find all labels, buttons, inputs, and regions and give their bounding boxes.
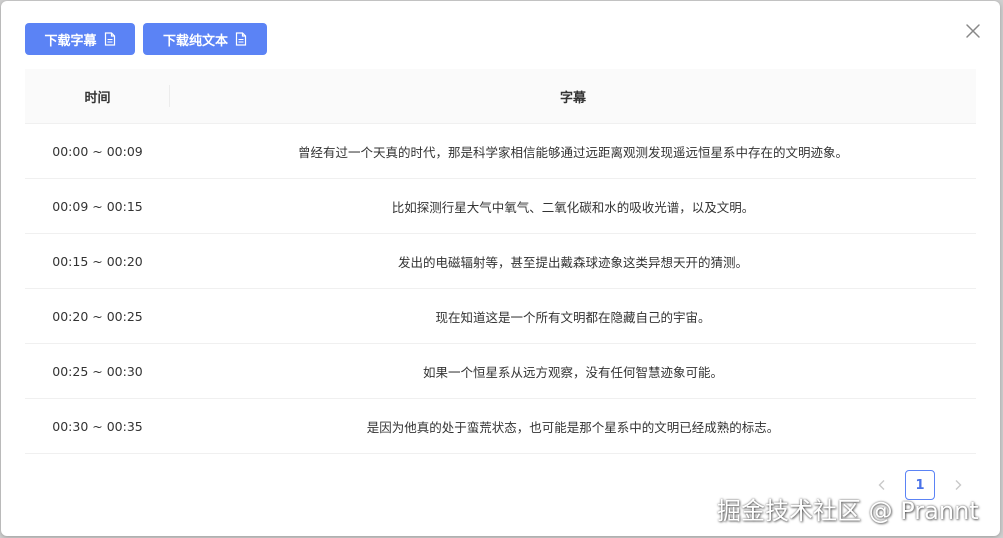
header-subtitle: 字幕 [559, 90, 586, 106]
row-text: 是因为他真的处于蛮荒状态，也可能是那个星系中的文明已经成熟的标志。 [366, 419, 780, 435]
header-time: 时间 [84, 90, 111, 106]
row-time: 00:30 ~ 00:35 [52, 418, 143, 434]
table-row: 00:00 ~ 00:09 曾经有过一个天真的时代，那是科学家相信能够通过远距离… [25, 124, 976, 179]
download-subtitle-label: 下载字幕 [44, 33, 97, 49]
table-row: 00:25 ~ 00:30 如果一个恒星系从远方观察，没有任何智慧迹象可能。 [25, 344, 976, 399]
row-time: 00:25 ~ 00:30 [52, 363, 143, 379]
row-time: 00:09 ~ 00:15 [52, 198, 143, 214]
table-row: 00:15 ~ 00:20 发出的电磁辐射等，甚至提出戴森球迹象这类异想天开的猜… [25, 234, 976, 289]
table-header: 时间 字幕 [25, 69, 976, 124]
table-row: 00:30 ~ 00:35 是因为他真的处于蛮荒状态，也可能是那个星系中的文明已… [25, 399, 976, 454]
table-row: 00:09 ~ 00:15 比如探测行星大气中氧气、二氧化碳和水的吸收光谱，以及… [25, 179, 976, 234]
watermark: 掘金技术社区 @ Prannt [717, 497, 979, 525]
download-subtitle-button[interactable]: 下载字幕 [25, 23, 135, 55]
row-text: 比如探测行星大气中氧气、二氧化碳和水的吸收光谱，以及文明。 [391, 199, 755, 215]
download-text-label: 下载纯文本 [162, 33, 228, 49]
file-icon [104, 32, 116, 46]
row-time: 00:00 ~ 00:09 [52, 143, 143, 159]
row-text: 发出的电磁辐射等，甚至提出戴森球迹象这类异想天开的猜测。 [397, 254, 748, 270]
row-time: 00:20 ~ 00:25 [52, 308, 143, 324]
row-text: 曾经有过一个天真的时代，那是科学家相信能够通过远距离观测发现遥远恒星系中存在的文… [297, 144, 848, 160]
file-icon [235, 32, 247, 46]
table-row: 00:20 ~ 00:25 现在知道这是一个所有文明都在隐藏自己的宇宙。 [25, 289, 976, 344]
header-divider [169, 85, 170, 107]
subtitle-table: 时间 字幕 00:00 ~ 00:09 曾经有过一个天真的时代，那是科学家相信能… [25, 69, 976, 454]
row-text: 现在知道这是一个所有文明都在隐藏自己的宇宙。 [435, 309, 711, 325]
close-icon[interactable] [963, 21, 983, 41]
download-text-button[interactable]: 下载纯文本 [143, 23, 267, 55]
row-text: 如果一个恒星系从远方观察，没有任何智慧迹象可能。 [422, 364, 723, 380]
row-time: 00:15 ~ 00:20 [52, 253, 143, 269]
subtitle-modal: 下载字幕 下载纯文本 时间 字幕 00:00 ~ 00:09 曾经有过一个天真的… [1, 1, 1000, 536]
